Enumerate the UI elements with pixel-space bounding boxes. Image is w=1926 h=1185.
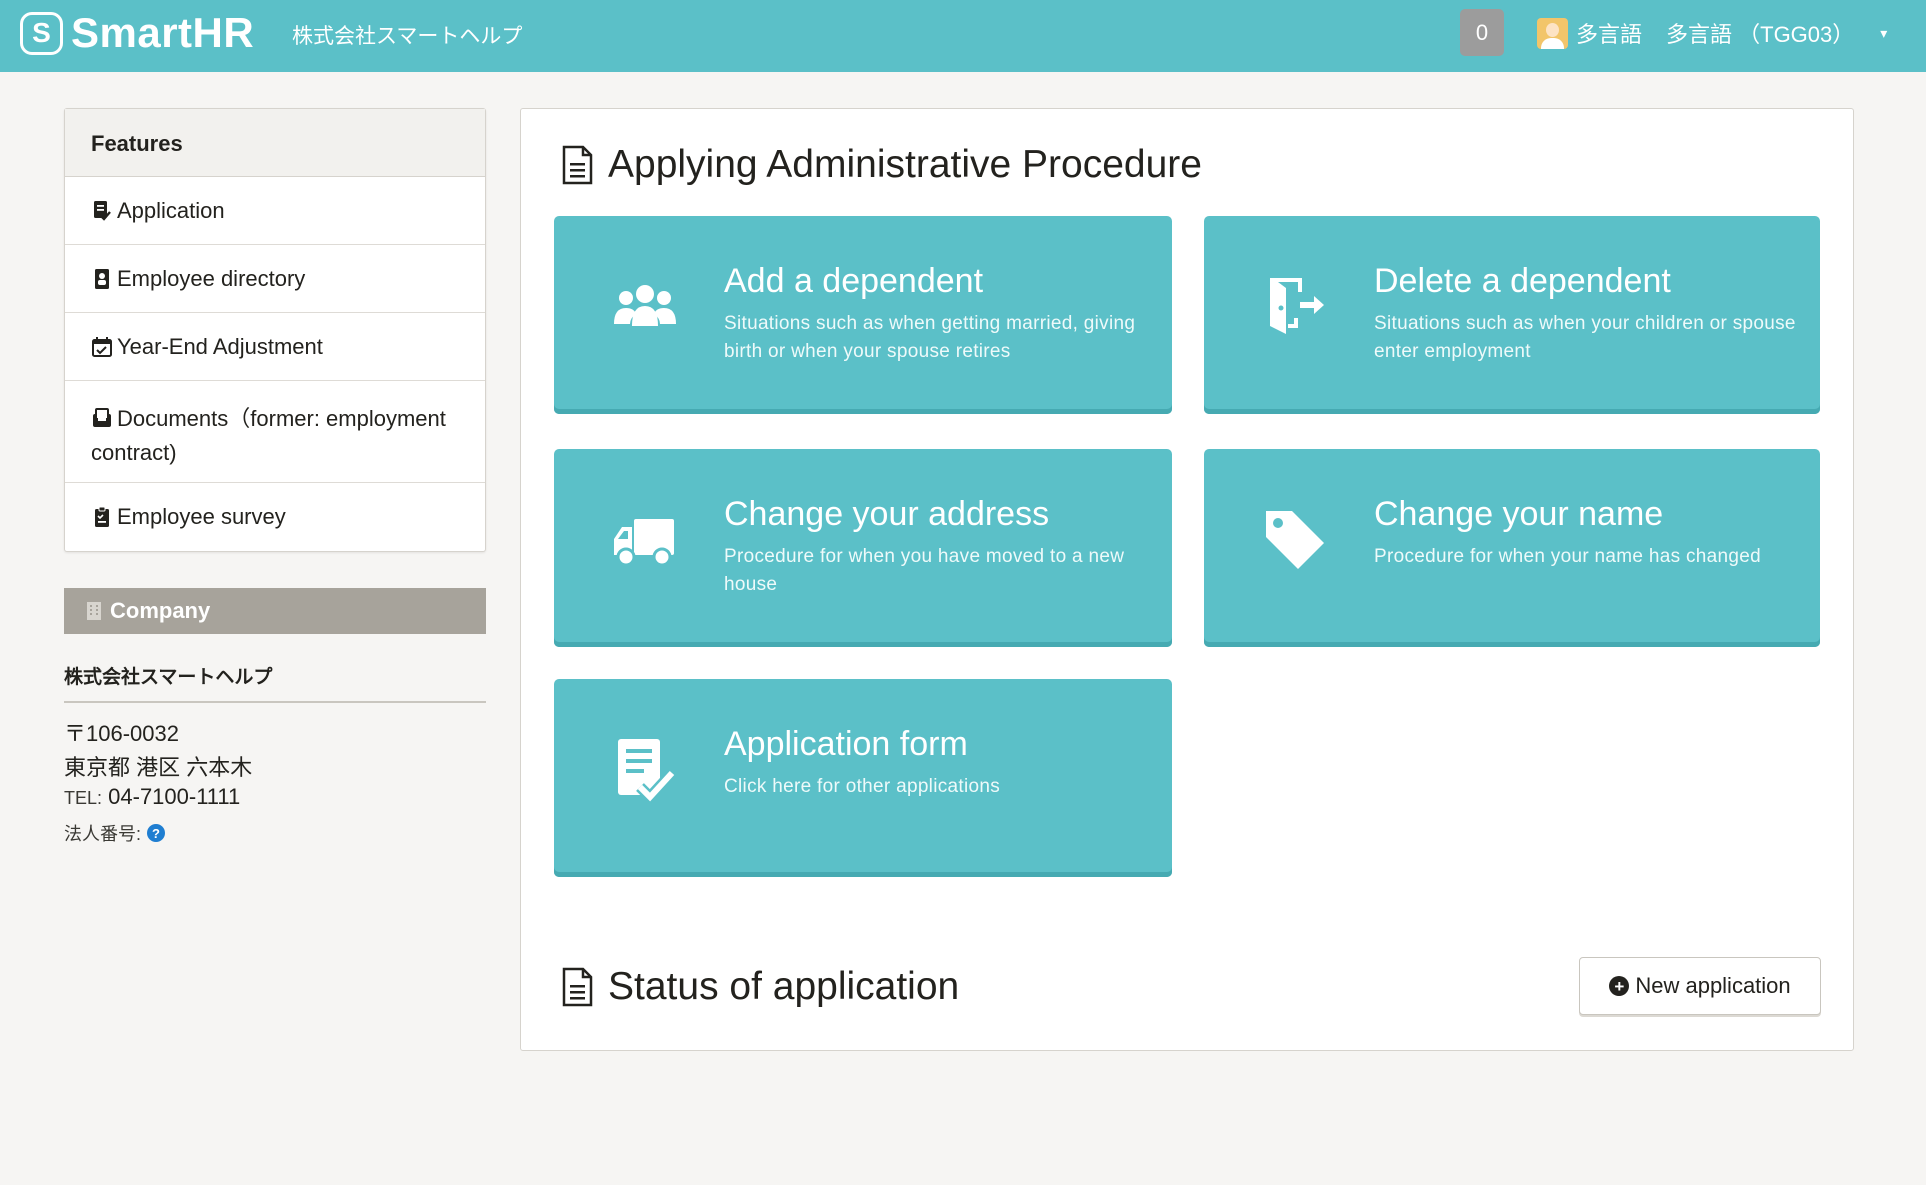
card-description: Situations such as when your children or… bbox=[1374, 313, 1796, 362]
main-panel: Applying Administrative Procedure Add a … bbox=[520, 108, 1854, 1051]
header-company-name: 株式会社スマートヘルプ bbox=[292, 25, 523, 48]
logo-mark-icon: S bbox=[20, 11, 63, 55]
card-description: Procedure for when your name has changed bbox=[1374, 546, 1761, 567]
new-application-button[interactable]: + New application bbox=[1579, 957, 1821, 1015]
card-title: Delete a dependent bbox=[1374, 262, 1671, 300]
company-tel: TEL: 04-7100-1111 bbox=[64, 784, 240, 810]
page-title: Applying Administrative Procedure bbox=[608, 143, 1202, 186]
smarthr-logo[interactable]: S SmartHR bbox=[20, 9, 255, 56]
card-change-address[interactable]: Change your address Procedure for when y… bbox=[554, 449, 1172, 647]
card-delete-dependent[interactable]: Delete a dependent Situations such as wh… bbox=[1204, 216, 1820, 414]
tag-icon bbox=[1266, 511, 1324, 569]
exit-door-icon bbox=[1270, 278, 1324, 334]
top-header: S SmartHR 株式会社スマートヘルプ 0 多言語 多言語 （TGG03） … bbox=[0, 0, 1926, 72]
corp-number: 法人番号: ? bbox=[64, 820, 166, 846]
document-icon bbox=[562, 145, 593, 185]
corp-number-label: 法人番号: bbox=[64, 824, 142, 844]
user-name: 多言語 bbox=[1576, 22, 1643, 47]
status-title: Status of application bbox=[608, 965, 960, 1008]
document-icon bbox=[562, 967, 593, 1007]
application-icon bbox=[94, 200, 111, 221]
new-application-label: New application bbox=[1635, 973, 1791, 998]
building-icon bbox=[87, 602, 101, 620]
card-change-name[interactable]: Change your name Procedure for when your… bbox=[1204, 449, 1820, 647]
form-check-icon bbox=[618, 739, 677, 805]
tel-label: TEL: bbox=[64, 788, 103, 808]
calendar-check-icon bbox=[92, 336, 112, 357]
logo-text: SmartHR bbox=[71, 9, 255, 56]
truck-icon bbox=[614, 519, 674, 567]
card-description: Procedure for when you have moved to a n… bbox=[724, 546, 1125, 595]
chevron-down-icon[interactable]: ▾ bbox=[1880, 25, 1887, 42]
sidebar-item-label: Year-End Adjustment bbox=[117, 333, 323, 359]
features-panel: Features Application Employee directory … bbox=[64, 108, 486, 552]
sidebar-item-label: Documents（former: employment contract) bbox=[91, 406, 446, 465]
sidebar-item-documents[interactable]: Documents（former: employment contract) bbox=[65, 381, 485, 483]
tel-value: 04-7100-1111 bbox=[108, 784, 241, 809]
sidebar-item-label: Employee survey bbox=[117, 504, 286, 529]
company-section-title: Company bbox=[110, 598, 211, 623]
users-icon bbox=[614, 285, 676, 326]
card-description: Situations such as when getting married,… bbox=[724, 313, 1136, 362]
features-title: Features bbox=[65, 109, 485, 177]
card-application-form[interactable]: Application form Click here for other ap… bbox=[554, 679, 1172, 877]
card-description: Click here for other applications bbox=[724, 776, 1001, 797]
card-title: Add a dependent bbox=[724, 262, 984, 300]
sidebar-item-employee-directory[interactable]: Employee directory bbox=[65, 245, 485, 313]
sidebar-item-application[interactable]: Application bbox=[65, 177, 485, 245]
id-card-icon bbox=[95, 268, 109, 289]
help-icon[interactable]: ? bbox=[147, 824, 166, 842]
card-title: Change your name bbox=[1374, 495, 1664, 533]
clipboard-icon bbox=[95, 506, 109, 527]
procedure-heading: Applying Administrative Procedure bbox=[561, 143, 1202, 187]
notification-badge[interactable]: 0 bbox=[1460, 9, 1504, 56]
company-name: 株式会社スマートヘルプ bbox=[64, 662, 486, 703]
sidebar-item-year-end-adjustment[interactable]: Year-End Adjustment bbox=[65, 313, 485, 381]
card-add-dependent[interactable]: Add a dependent Situations such as when … bbox=[554, 216, 1172, 414]
company-address: 東京都 港区 六本木 bbox=[64, 755, 253, 780]
status-heading: Status of application bbox=[561, 965, 959, 1009]
sidebar-item-label: Application bbox=[117, 197, 225, 223]
company-postal: 〒106-0032 bbox=[64, 721, 179, 746]
sidebar-item-label: Employee directory bbox=[117, 265, 306, 291]
company-section-header: Company bbox=[64, 588, 486, 634]
user-account: 多言語 （TGG03） bbox=[1666, 22, 1855, 47]
plus-circle-icon: + bbox=[1609, 976, 1630, 996]
card-title: Change your address bbox=[724, 495, 1050, 533]
card-title: Application form bbox=[724, 725, 968, 763]
inbox-icon bbox=[93, 408, 111, 427]
avatar bbox=[1537, 17, 1568, 49]
sidebar-item-employee-survey[interactable]: Employee survey bbox=[65, 483, 485, 551]
user-menu[interactable]: 多言語 多言語 （TGG03） ▾ bbox=[1537, 16, 1887, 50]
